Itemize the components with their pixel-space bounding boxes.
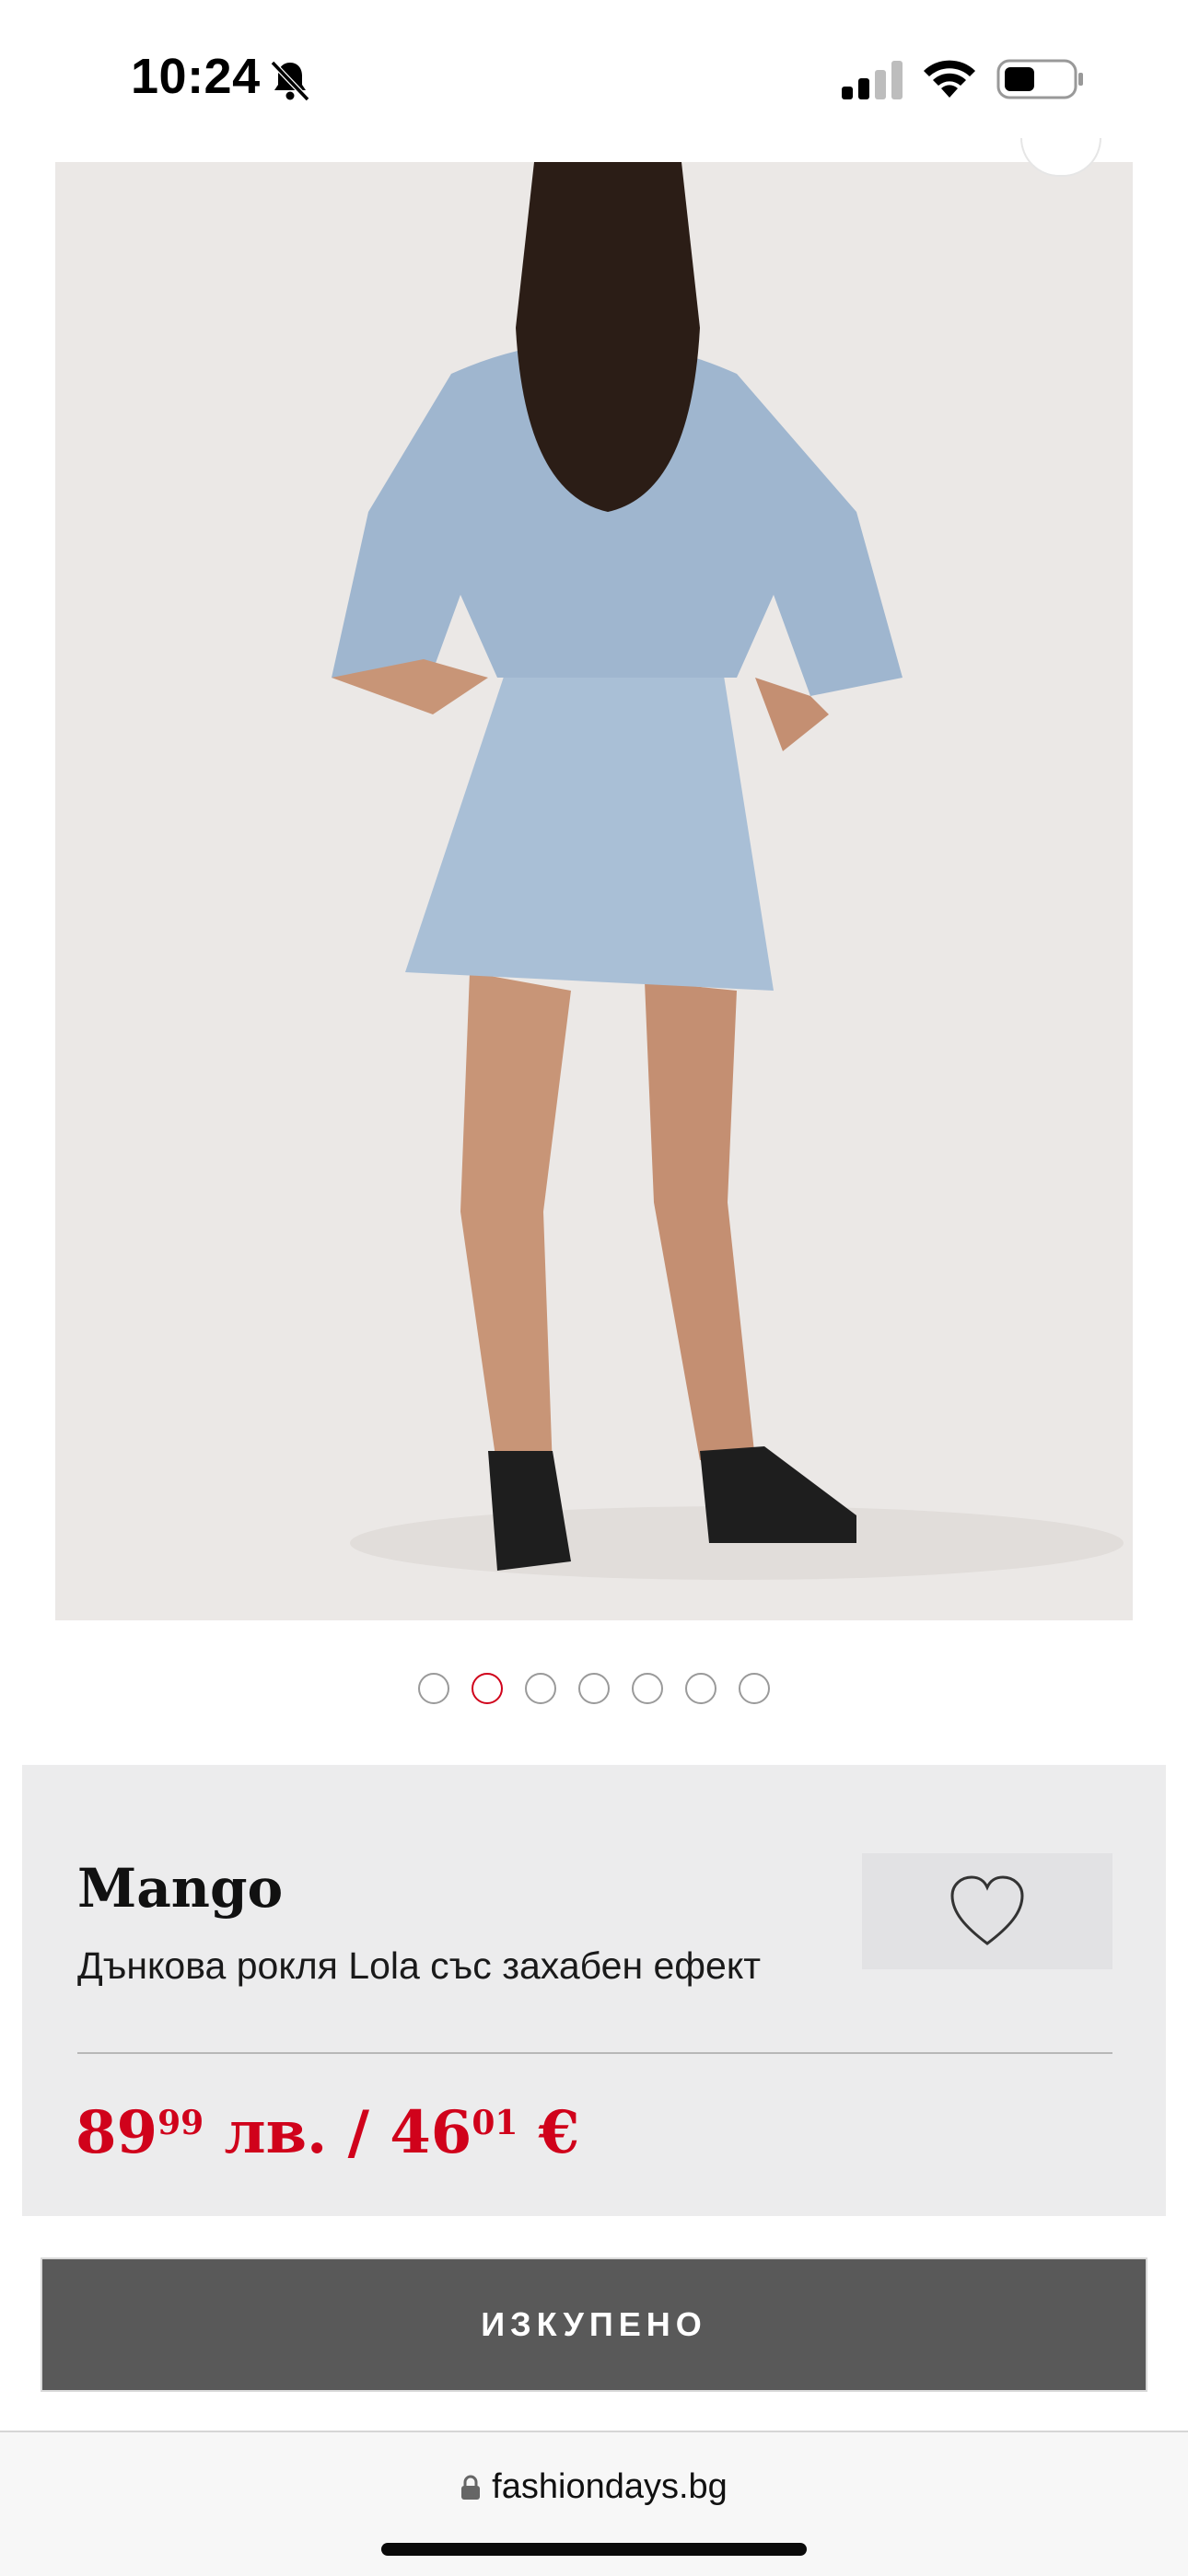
price-eur-cents: 01 [472,2104,518,2142]
sold-out-label: ИЗКУПЕНО [481,2305,707,2343]
battery-icon [996,59,1083,99]
carousel-dot[interactable] [578,1673,610,1704]
browser-address-bar[interactable]: fashiondays.bg [0,2431,1188,2576]
carousel-indicators [0,1673,1188,1710]
price-eur-currency: € [538,2098,580,2167]
bell-slash-icon [270,60,310,102]
price-separator: / [347,2098,369,2167]
carousel-dot[interactable] [685,1673,716,1704]
url-container[interactable]: fashiondays.bg [0,2467,1188,2507]
carousel-dot[interactable] [739,1673,770,1704]
carousel-dot[interactable] [632,1673,663,1704]
add-to-wishlist-button[interactable] [862,1853,1112,1969]
status-time: 10:24 [131,49,261,104]
product-name: Дънкова рокля Lola със захабен ефект [77,1944,762,1987]
product-price: 8999 лв. / 4601 € [76,2098,579,2167]
cellular-signal-icon [842,61,903,99]
price-eur-whole: 46 [390,2098,472,2167]
product-info-panel: Mango Дънкова рокля Lola със захабен ефе… [22,1765,1166,2216]
product-photo [55,162,1133,1620]
home-indicator[interactable] [381,2543,807,2556]
divider [77,2052,1112,2054]
product-brand[interactable]: Mango [77,1857,283,1920]
url-text: fashiondays.bg [492,2467,728,2506]
sold-out-button[interactable]: ИЗКУПЕНО [41,2257,1147,2392]
lock-icon [461,2475,481,2500]
status-bar: 10:24 [0,0,1188,161]
carousel-dot[interactable] [525,1673,556,1704]
product-image[interactable] [55,162,1133,1620]
carousel-dot[interactable] [418,1673,449,1704]
price-bgn-currency: лв. [224,2098,328,2167]
carousel-dot[interactable] [472,1673,503,1704]
price-bgn-cents: 99 [157,2104,204,2142]
wifi-icon [924,60,975,98]
price-bgn-whole: 89 [76,2098,158,2167]
heart-icon [950,1875,1024,1945]
